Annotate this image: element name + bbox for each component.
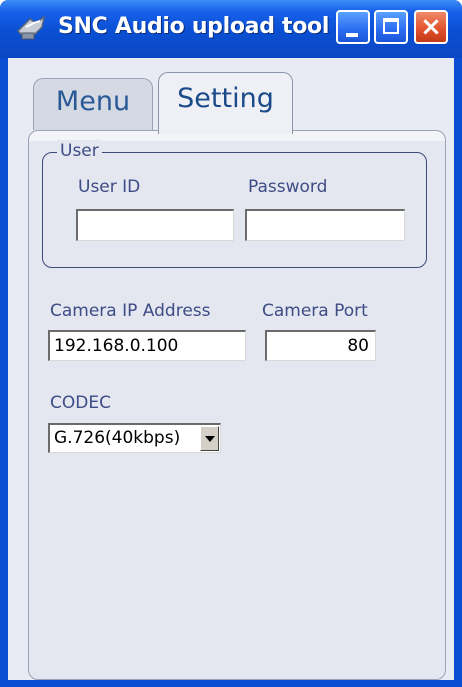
chevron-down-icon	[205, 436, 215, 442]
close-icon: ×	[420, 12, 442, 42]
password-field[interactable]	[245, 209, 405, 241]
codec-label: CODEC	[50, 393, 111, 413]
password-label: Password	[248, 177, 328, 197]
maximize-button[interactable]	[374, 10, 408, 44]
title-bar[interactable]: SNC Audio upload tool ×	[0, 0, 462, 58]
camera-ip-field[interactable]: 192.168.0.100	[48, 330, 246, 361]
window-bottom-border	[0, 680, 462, 687]
codec-select[interactable]: G.726(40kbps)	[48, 423, 221, 453]
user-id-field[interactable]	[76, 209, 234, 241]
close-button[interactable]: ×	[414, 10, 448, 44]
window-title: SNC Audio upload tool	[58, 14, 330, 39]
app-window: SNC Audio upload tool × Menu Setting Use…	[0, 0, 462, 687]
minimize-button[interactable]	[336, 10, 370, 44]
maximize-icon	[383, 18, 399, 34]
minimize-icon	[346, 33, 358, 37]
camera-port-field[interactable]: 80	[265, 330, 376, 361]
camera-port-label: Camera Port	[262, 301, 368, 321]
camera-ip-label: Camera IP Address	[50, 301, 211, 321]
codec-dropdown-button[interactable]	[200, 426, 219, 451]
codec-selected-value: G.726(40kbps)	[54, 428, 181, 448]
tab-setting[interactable]: Setting	[158, 72, 293, 134]
app-icon	[16, 15, 46, 40]
tab-menu[interactable]: Menu	[33, 78, 153, 130]
user-group-label: User	[57, 140, 102, 162]
user-id-label: User ID	[78, 177, 141, 197]
